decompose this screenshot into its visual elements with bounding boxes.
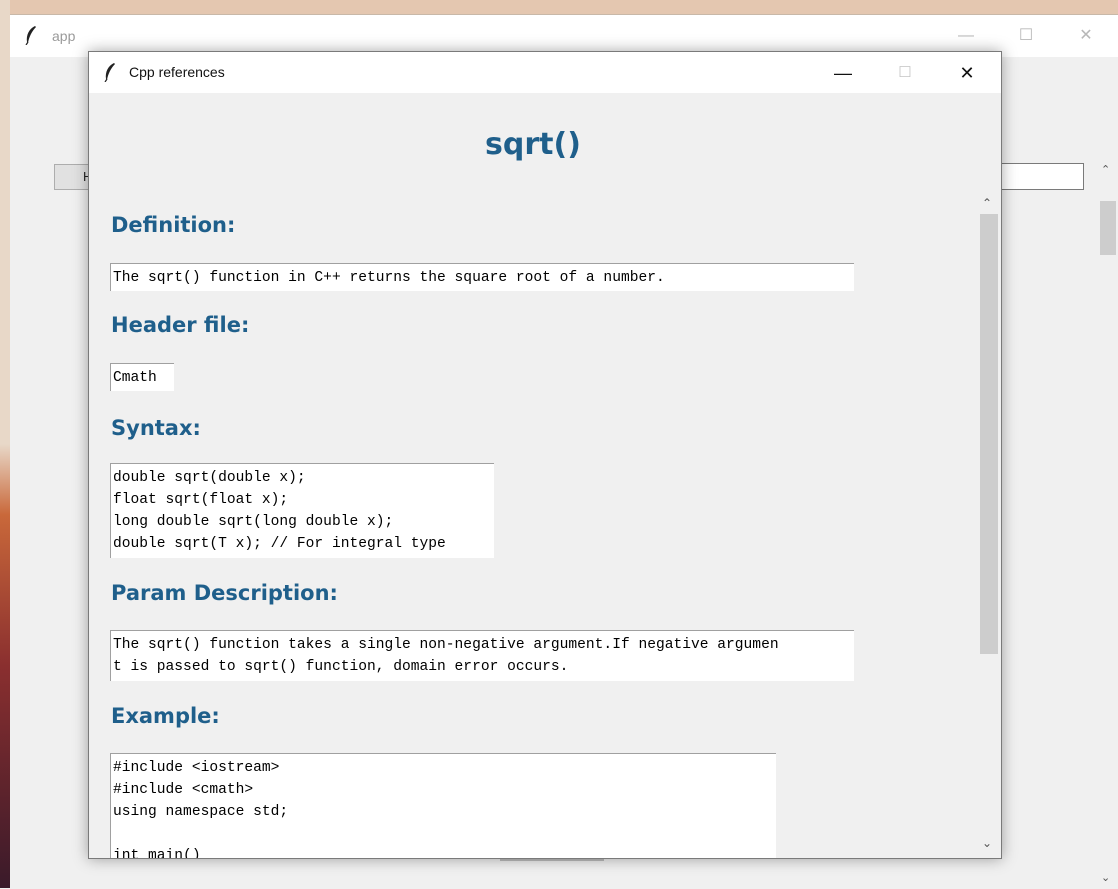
scroll-up-arrow-icon[interactable]: ⌃ [1101, 163, 1110, 176]
background-close-button[interactable]: ✕ [1066, 21, 1106, 51]
header-file-text[interactable]: Cmath [110, 363, 174, 391]
scroll-down-arrow-icon[interactable]: ⌄ [1101, 871, 1110, 884]
background-scroll-thumb[interactable] [1100, 201, 1116, 255]
desktop-wallpaper-strip [0, 0, 10, 888]
example-code[interactable]: #include <iostream> #include <cmath> usi… [110, 753, 776, 858]
scroll-up-arrow-icon[interactable]: ⌃ [982, 196, 992, 210]
scroll-down-arrow-icon[interactable]: ⌄ [982, 836, 992, 850]
dialog-maximize-button[interactable]: ☐ [883, 57, 927, 89]
syntax-heading: Syntax: [111, 416, 201, 440]
feather-icon [104, 63, 115, 82]
dialog-title: Cpp references [129, 64, 225, 80]
background-window-title: app [52, 28, 76, 44]
definition-heading: Definition: [111, 213, 236, 237]
definition-text[interactable]: The sqrt() function in C++ returns the s… [110, 263, 854, 291]
param-description-text[interactable]: The sqrt() function takes a single non-n… [110, 630, 854, 681]
header-file-heading: Header file: [111, 313, 250, 337]
cpp-references-dialog: Cpp references — ☐ ✕ sqrt() Definition: … [88, 51, 1002, 859]
background-search-input[interactable] [1000, 163, 1084, 190]
page-title: sqrt() [485, 127, 581, 162]
dialog-titlebar[interactable]: Cpp references — ☐ ✕ [89, 52, 1001, 93]
background-maximize-button[interactable]: ☐ [1006, 21, 1046, 51]
dialog-scrollbar[interactable]: ⌃ ⌄ [977, 194, 1001, 858]
reference-content: sqrt() Definition: The sqrt() function i… [89, 93, 977, 858]
background-scrollbar[interactable]: ⌃ ⌄ [1098, 157, 1118, 889]
desktop-background [0, 0, 1118, 14]
feather-icon [25, 26, 36, 45]
dialog-scroll-thumb[interactable] [980, 214, 998, 654]
param-description-heading: Param Description: [111, 581, 338, 605]
background-minimize-button[interactable]: — [946, 21, 986, 51]
dialog-close-button[interactable]: ✕ [945, 57, 989, 89]
example-heading: Example: [111, 704, 220, 728]
dialog-minimize-button[interactable]: — [821, 57, 865, 89]
syntax-text[interactable]: double sqrt(double x); float sqrt(float … [110, 463, 494, 558]
